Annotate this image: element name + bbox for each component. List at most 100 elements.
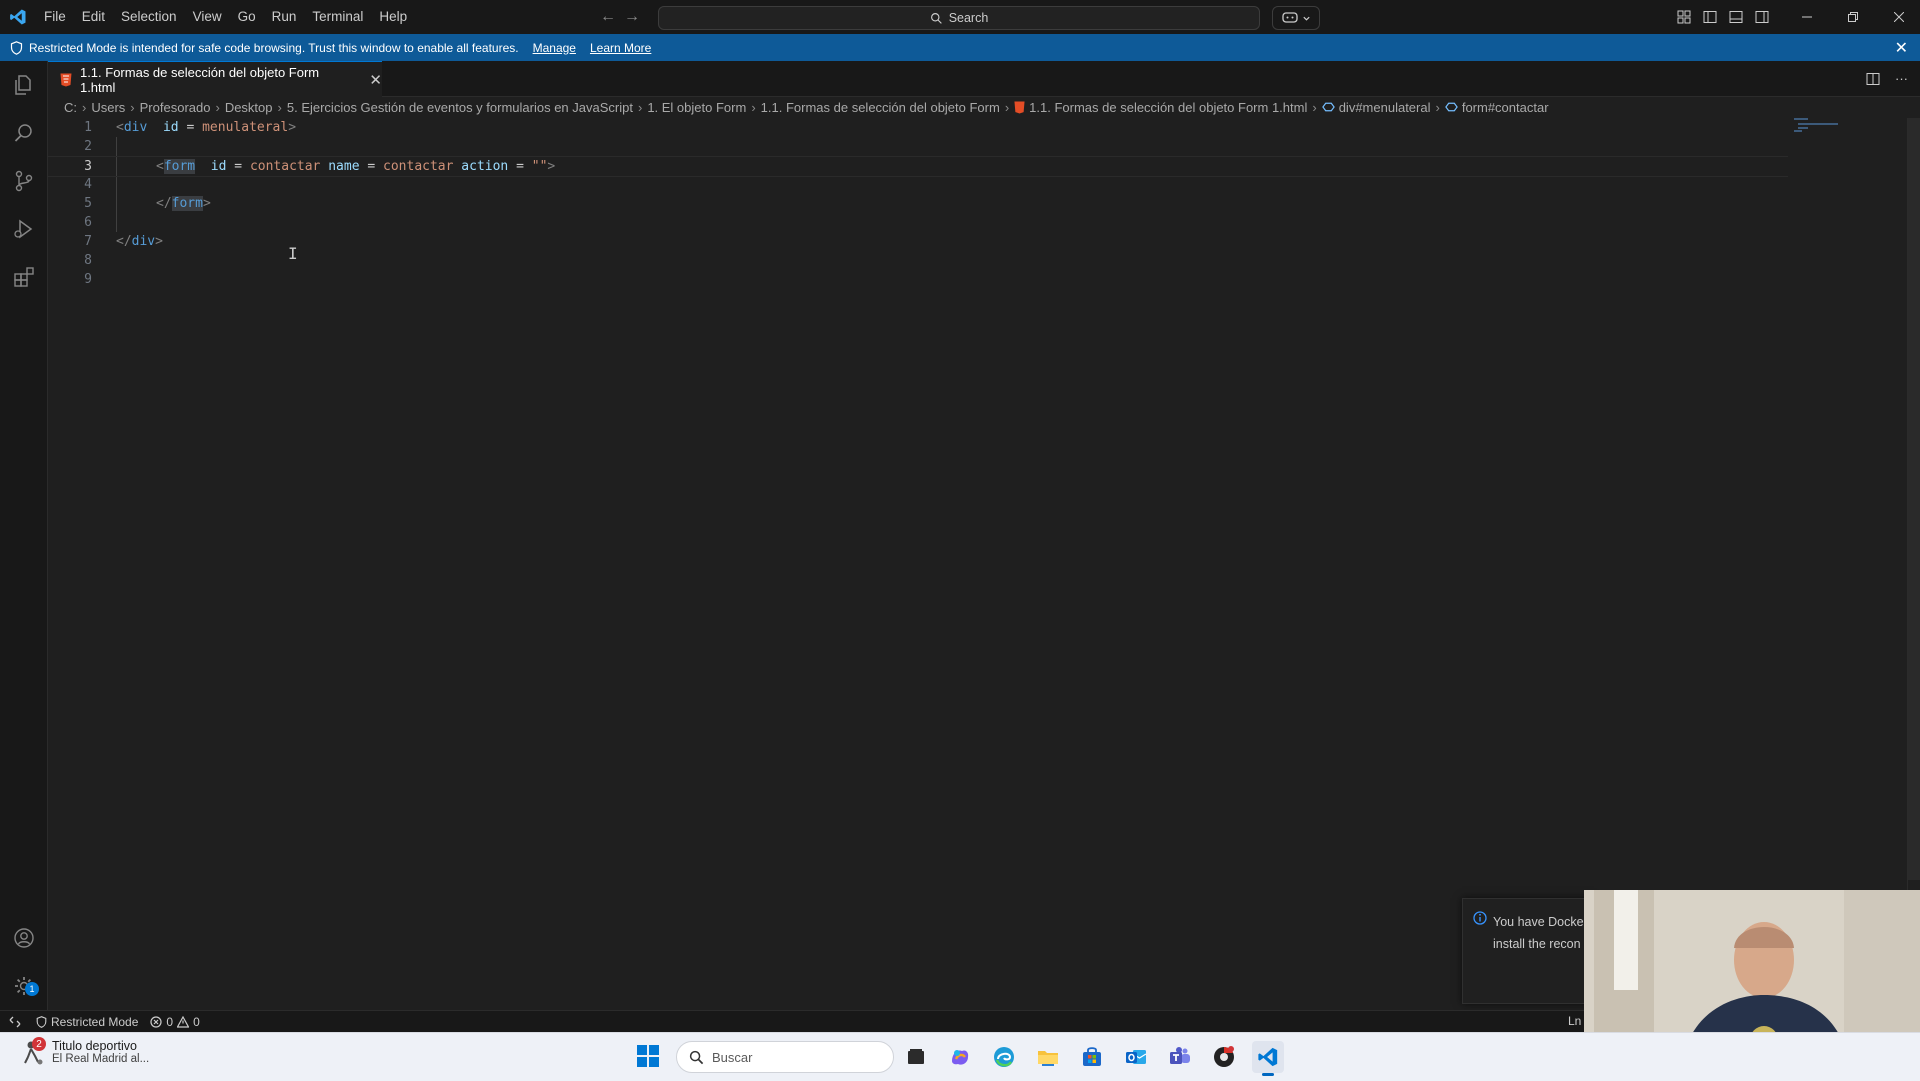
search-icon[interactable] <box>0 109 47 157</box>
chevron-right-icon: › <box>130 99 135 115</box>
code-line-current: 3 <form id = contactar name = contactar … <box>48 156 1788 177</box>
customize-layout-icon[interactable] <box>1676 9 1692 25</box>
toggle-panel-icon[interactable] <box>1728 9 1744 25</box>
restricted-mode-label: Restricted Mode <box>51 1015 139 1029</box>
error-icon <box>150 1016 162 1028</box>
breadcrumb-item[interactable]: div#menulateral <box>1339 100 1431 115</box>
accounts-icon[interactable] <box>0 914 47 962</box>
problems-status[interactable]: 0 0 <box>144 1015 205 1029</box>
file-explorer-icon[interactable] <box>1032 1041 1064 1073</box>
breadcrumb-item[interactable]: 1.1. Formas de selección del objeto Form <box>761 100 1000 115</box>
copilot-menu-button[interactable] <box>1272 6 1320 30</box>
menu-edit[interactable]: Edit <box>74 0 113 34</box>
task-view-icon[interactable] <box>900 1041 932 1073</box>
line-number: 7 <box>84 234 92 249</box>
taskbar-apps <box>900 1041 1284 1076</box>
menu-help[interactable]: Help <box>371 0 415 34</box>
close-window-button[interactable] <box>1876 0 1920 34</box>
forward-arrow-icon[interactable]: → <box>624 8 640 26</box>
remote-indicator[interactable] <box>0 1011 30 1033</box>
news-widget[interactable]: 2 Titulo deportivo El Real Madrid al... <box>20 1037 149 1065</box>
restore-button[interactable] <box>1830 0 1876 34</box>
settings-update-badge: 1 <box>25 982 39 996</box>
banner-message: Restricted Mode is intended for safe cod… <box>29 40 519 55</box>
breadcrumb-item[interactable]: 5. Ejercicios Gestión de eventos y formu… <box>287 100 633 115</box>
learn-more-link[interactable]: Learn More <box>590 41 651 55</box>
split-editor-icon[interactable] <box>1865 71 1881 87</box>
chevron-right-icon: › <box>1312 99 1317 115</box>
run-debug-icon[interactable] <box>0 205 47 253</box>
cursor-position[interactable]: Ln <box>1568 1014 1581 1028</box>
activity-bar: 1 <box>0 61 48 1010</box>
breadcrumb-item[interactable]: Profesorado <box>140 100 211 115</box>
edge-icon[interactable] <box>988 1041 1020 1073</box>
tab-close-icon[interactable]: ✕ <box>369 71 382 89</box>
restricted-mode-status[interactable]: Restricted Mode <box>30 1015 144 1029</box>
line-text: </form> <box>156 196 211 211</box>
source-control-icon[interactable] <box>0 157 47 205</box>
command-center-search[interactable]: Search <box>658 6 1260 30</box>
outlook-icon[interactable] <box>1120 1041 1152 1073</box>
code-editor[interactable]: 1 <div id = menulateral> 2 3 <form id = … <box>48 118 1908 1008</box>
explorer-icon[interactable] <box>0 61 47 109</box>
menu-selection[interactable]: Selection <box>113 0 185 34</box>
scrollbar-thumb[interactable] <box>1908 118 1920 880</box>
search-icon <box>930 12 942 24</box>
breadcrumb-item[interactable]: Users <box>91 100 125 115</box>
copilot-icon[interactable] <box>944 1041 976 1073</box>
manage-link[interactable]: Manage <box>533 41 576 55</box>
element-symbol-icon <box>1445 102 1458 112</box>
menu-view[interactable]: View <box>185 0 230 34</box>
more-actions-icon[interactable]: ··· <box>1895 71 1908 86</box>
line-number: 6 <box>84 215 92 230</box>
manage-gear-icon[interactable]: 1 <box>0 962 47 1010</box>
extensions-icon[interactable] <box>0 253 47 301</box>
menu-file[interactable]: File <box>36 0 74 34</box>
activity-bottom-group: 1 <box>0 914 47 1010</box>
banner-close-icon[interactable]: ✕ <box>1895 38 1908 58</box>
menu-go[interactable]: Go <box>230 0 264 34</box>
code-line: 6 <box>48 213 1788 232</box>
notification-toast[interactable]: You have Docke install the recon <box>1462 898 1594 1004</box>
title-bar: File Edit Selection View Go Run Terminal… <box>0 0 1920 34</box>
breadcrumb-item[interactable]: 1. El objeto Form <box>647 100 746 115</box>
breadcrumb-item[interactable]: C: <box>64 100 77 115</box>
search-icon <box>689 1050 704 1064</box>
code-line: 7 </div> <box>48 232 1788 251</box>
back-arrow-icon[interactable]: ← <box>600 8 616 26</box>
minimize-button[interactable] <box>1784 0 1830 34</box>
window-controls <box>1784 0 1920 34</box>
restricted-mode-banner: Restricted Mode is intended for safe cod… <box>0 34 1920 61</box>
vscode-logo-icon <box>0 0 36 34</box>
warning-count: 0 <box>193 1015 200 1029</box>
line-text: </div> <box>116 234 163 249</box>
start-icon[interactable] <box>636 1044 660 1068</box>
tab-title: 1.1. Formas de selección del objeto Form… <box>79 64 320 95</box>
toggle-secondary-sidebar-icon[interactable] <box>1754 9 1770 25</box>
chevron-right-icon: › <box>215 99 220 115</box>
minimize-icon <box>1802 16 1812 18</box>
vscode-icon[interactable] <box>1252 1041 1284 1076</box>
menu-terminal[interactable]: Terminal <box>304 0 371 34</box>
taskbar-search-placeholder: Buscar <box>712 1049 753 1065</box>
teams-icon[interactable] <box>1164 1041 1196 1073</box>
taskbar-search[interactable]: Buscar <box>676 1041 894 1073</box>
line-number: 1 <box>84 120 92 135</box>
code-line: 9 <box>48 270 1788 289</box>
chrome-icon[interactable] <box>1208 1041 1240 1073</box>
chevron-down-icon <box>1302 16 1310 21</box>
notification-text: You have Docke install the recon <box>1493 915 1584 951</box>
menu-run[interactable]: Run <box>264 0 305 34</box>
text-cursor-icon: I <box>288 244 298 263</box>
toggle-primary-sidebar-icon[interactable] <box>1702 9 1718 25</box>
minimap[interactable] <box>1794 118 1904 158</box>
tab-active-file[interactable]: 1.1. Formas de selección del objeto Form… <box>48 61 382 97</box>
line-text: <form id = contactar name = contactar ac… <box>156 159 556 174</box>
element-symbol-icon <box>1321 102 1335 112</box>
store-icon[interactable] <box>1076 1041 1108 1073</box>
line-number: 2 <box>84 139 92 154</box>
breadcrumb-item[interactable]: form#contactar <box>1462 100 1549 115</box>
breadcrumb-item[interactable]: Desktop <box>225 100 273 115</box>
breadcrumb-item[interactable]: 1.1. Formas de selección del objeto Form… <box>1029 100 1307 115</box>
code-line: 5 </form> <box>48 194 1788 213</box>
